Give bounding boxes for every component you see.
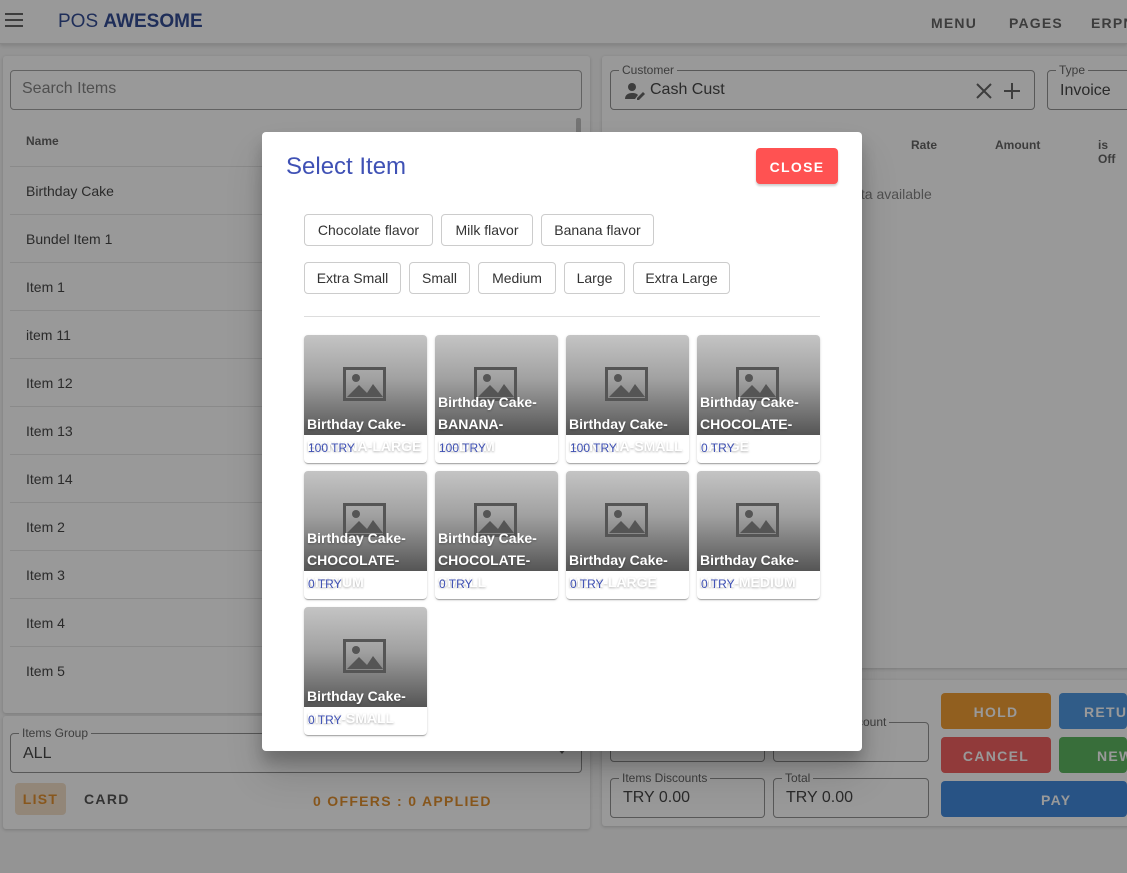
close-button[interactable]: CLOSE (756, 148, 838, 184)
image-placeholder-icon (605, 367, 648, 401)
dialog-title: Select Item (286, 153, 407, 180)
item-price: 100 TRY (570, 441, 617, 455)
chip-banana-flavor[interactable]: Banana flavor (541, 214, 654, 246)
item-card[interactable]: Birthday Cake- BANANA-SMALL 100 TRY (566, 335, 689, 463)
item-card[interactable]: Birthday Cake- MILK-LARGE 0 TRY (566, 471, 689, 599)
image-placeholder-icon (343, 367, 386, 401)
chip-medium[interactable]: Medium (478, 262, 556, 294)
chip-extra-small[interactable]: Extra Small (304, 262, 401, 294)
chip-chocolate-flavor[interactable]: Chocolate flavor (304, 214, 433, 246)
item-price: 0 TRY (308, 713, 342, 727)
item-card[interactable]: Birthday Cake- BANANA-LARGE 100 TRY (304, 335, 427, 463)
item-card[interactable]: Birthday Cake- CHOCOLATE- SMALL 0 TRY (435, 471, 558, 599)
dialog-divider (304, 316, 820, 317)
item-card[interactable]: Birthday Cake- BANANA- MEDIUM 100 TRY (435, 335, 558, 463)
image-placeholder-icon (605, 503, 648, 537)
item-card[interactable]: Birthday Cake- MILK-MEDIUM 0 TRY (697, 471, 820, 599)
image-placeholder-icon (736, 503, 779, 537)
item-card[interactable]: Birthday Cake- CHOCOLATE- MEDIUM 0 TRY (304, 471, 427, 599)
chip-milk-flavor[interactable]: Milk flavor (441, 214, 533, 246)
chip-large[interactable]: Large (564, 262, 625, 294)
item-price: 0 TRY (701, 577, 735, 591)
chip-extra-large[interactable]: Extra Large (633, 262, 730, 294)
item-price: 0 TRY (570, 577, 604, 591)
item-card[interactable]: Birthday Cake- MILK-SMALL 0 TRY (304, 607, 427, 735)
item-price: 0 TRY (308, 577, 342, 591)
item-price: 100 TRY (439, 441, 486, 455)
item-price: 0 TRY (439, 577, 473, 591)
chip-small[interactable]: Small (409, 262, 470, 294)
item-price: 100 TRY (308, 441, 355, 455)
select-item-dialog: Select Item CLOSE Chocolate flavor Milk … (262, 132, 862, 751)
image-placeholder-icon (343, 639, 386, 673)
item-price: 0 TRY (701, 441, 735, 455)
item-card[interactable]: Birthday Cake- CHOCOLATE- LARGE 0 TRY (697, 335, 820, 463)
